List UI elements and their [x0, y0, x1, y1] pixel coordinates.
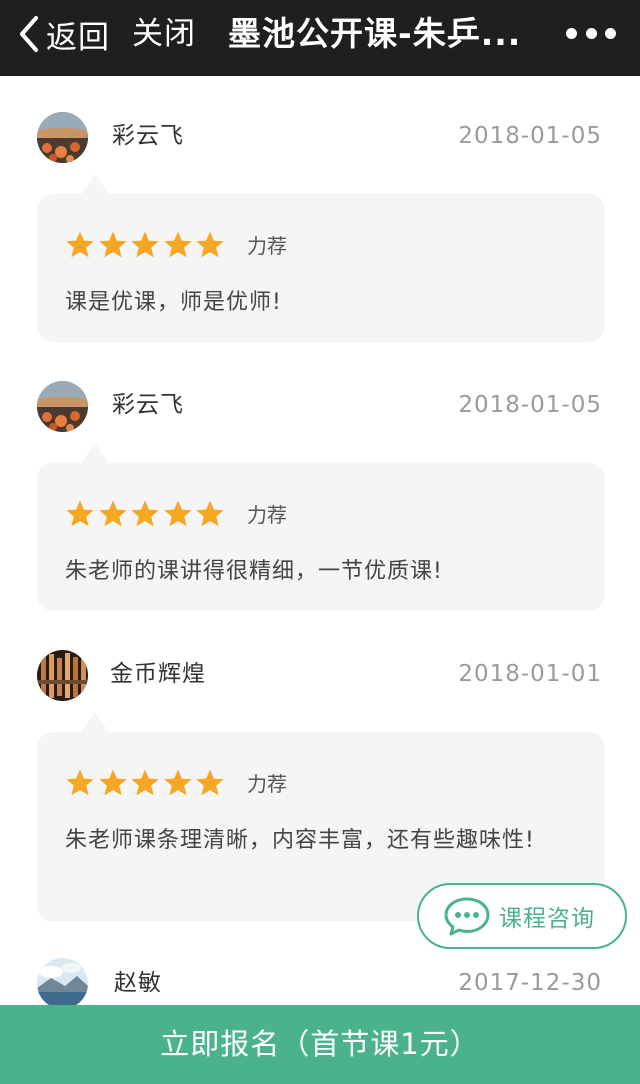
- review-card: 力荐 课是优课，师是优师!: [37, 174, 605, 342]
- review-date: 2018-01-01: [458, 661, 602, 687]
- review-date: 2017-12-30: [458, 970, 602, 996]
- review-date: 2018-01-05: [458, 123, 602, 149]
- page-title: 墨池公开课-朱乒...: [228, 14, 522, 53]
- star-icon: [66, 769, 94, 796]
- close-button[interactable]: 关闭: [132, 12, 196, 56]
- avatar[interactable]: [37, 381, 88, 432]
- avatar[interactable]: [37, 958, 88, 1009]
- review-text: 朱老师的课讲得很精细，一节优质课!: [65, 559, 443, 584]
- star-icon: [163, 500, 192, 527]
- course-consult-button[interactable]: 课程咨询: [417, 883, 627, 949]
- avatar[interactable]: [37, 650, 88, 701]
- review-username: 彩云飞: [112, 392, 184, 418]
- star-rating: [65, 499, 228, 529]
- back-button[interactable]: 返回: [16, 12, 110, 56]
- review-username: 赵敏: [114, 970, 162, 996]
- star-icon: [66, 500, 94, 527]
- star-icon: [131, 231, 159, 258]
- rating-tag: 力荐: [247, 772, 287, 796]
- review-date: 2018-01-05: [458, 392, 602, 418]
- more-menu-button[interactable]: [566, 16, 616, 50]
- star-icon: [196, 500, 224, 527]
- top-bar: 返回 关闭 墨池公开课-朱乒...: [0, 0, 640, 76]
- star-icon: [196, 769, 224, 796]
- review-text: 朱老师课条理清晰，内容丰富，还有些趣味性!: [65, 828, 535, 853]
- rating-tag: 力荐: [247, 234, 287, 258]
- star-icon: [66, 231, 94, 258]
- star-icon: [98, 231, 127, 258]
- avatar[interactable]: [37, 112, 88, 163]
- chevron-left-icon: [20, 16, 38, 52]
- more-dot-icon: [605, 27, 616, 39]
- rating-tag: 力荐: [247, 503, 287, 527]
- star-icon: [163, 769, 192, 796]
- star-icon: [163, 231, 192, 258]
- more-dot-icon: [566, 27, 577, 39]
- back-label: 返回: [46, 19, 110, 56]
- star-icon: [98, 500, 127, 527]
- star-icon: [98, 769, 127, 796]
- review-username: 彩云飞: [112, 123, 184, 149]
- consult-label: 课程咨询: [499, 906, 595, 932]
- review-card: 力荐 朱老师的课讲得很精细，一节优质课!: [37, 443, 605, 611]
- more-dot-icon: [585, 27, 597, 39]
- star-icon: [131, 769, 159, 796]
- review-text: 课是优课，师是优师!: [65, 290, 282, 315]
- star-rating: [65, 230, 228, 260]
- star-rating: [65, 768, 228, 798]
- chat-bubble-icon: [444, 897, 490, 936]
- star-icon: [131, 500, 159, 527]
- enroll-button[interactable]: 立即报名（首节课1元）: [0, 1005, 640, 1084]
- review-username: 金币辉煌: [110, 661, 206, 687]
- star-icon: [196, 231, 224, 258]
